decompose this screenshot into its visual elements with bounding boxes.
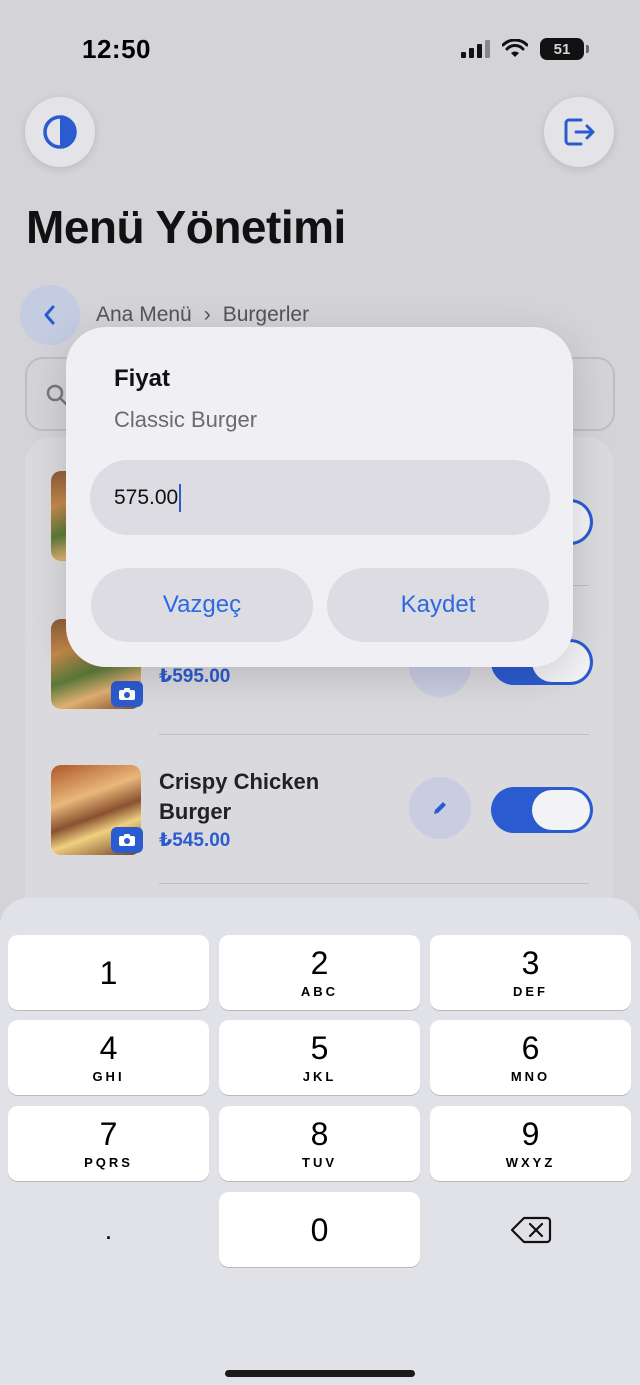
contrast-icon bbox=[43, 115, 77, 149]
logout-button[interactable] bbox=[544, 97, 614, 167]
key-9[interactable]: 9 WXYZ bbox=[430, 1106, 631, 1181]
key-3[interactable]: 3 DEF bbox=[430, 935, 631, 1010]
numeric-keypad: 1 2 ABC 3 DEF 4 GHI 5 JKL 6 MNO 7 PQRS 8 TUV 9W… bbox=[0, 898, 640, 1385]
key-6[interactable]: 6 MNO bbox=[430, 1020, 631, 1095]
price-input[interactable]: 575.00 bbox=[90, 460, 550, 535]
key-0[interactable]: 0 bbox=[219, 1192, 420, 1267]
divider bbox=[159, 883, 589, 884]
text-caret bbox=[179, 483, 182, 512]
wifi-icon bbox=[502, 39, 528, 57]
breadcrumb-root[interactable]: Ana Menü bbox=[96, 303, 192, 327]
key-decimal[interactable]: . bbox=[8, 1192, 209, 1267]
key-7[interactable]: 7 PQRS bbox=[8, 1106, 209, 1181]
save-button[interactable]: Kaydet bbox=[327, 568, 549, 642]
home-indicator[interactable] bbox=[225, 1370, 415, 1377]
dialog-title: Fiyat bbox=[114, 365, 171, 392]
breadcrumb: Ana Menü › Burgerler bbox=[96, 303, 309, 327]
page-title: Menü Yönetimi bbox=[26, 201, 346, 253]
key-5[interactable]: 5 JKL bbox=[219, 1020, 420, 1095]
logout-icon bbox=[564, 118, 595, 146]
dialog-subtitle: Classic Burger bbox=[114, 407, 258, 432]
price-dialog: Fiyat Classic Burger 575.00 Vazgeç Kayde… bbox=[66, 327, 573, 667]
camera-icon[interactable] bbox=[111, 681, 143, 707]
key-4[interactable]: 4 GHI bbox=[8, 1020, 209, 1095]
list-item[interactable]: Crispy Chicken Burger ₺545.00 bbox=[25, 755, 613, 885]
battery-icon: 51 bbox=[540, 38, 589, 60]
price-input-value: 575.00 bbox=[114, 485, 179, 509]
backspace-icon bbox=[510, 1216, 551, 1243]
theme-toggle-button[interactable] bbox=[25, 97, 95, 167]
item-price: ₺595.00 bbox=[159, 666, 231, 687]
item-price: ₺545.00 bbox=[159, 830, 231, 851]
divider bbox=[159, 734, 589, 735]
back-button[interactable] bbox=[20, 285, 80, 345]
status-time: 12:50 bbox=[82, 34, 151, 64]
breadcrumb-current: Burgerler bbox=[222, 303, 310, 326]
chevron-left-icon bbox=[44, 305, 55, 325]
camera-icon[interactable] bbox=[111, 827, 143, 853]
cancel-button[interactable]: Vazgeç bbox=[91, 568, 313, 642]
item-name: Crispy Chicken Burger bbox=[159, 769, 320, 824]
backspace-key[interactable] bbox=[430, 1192, 631, 1267]
edit-button[interactable] bbox=[409, 777, 471, 839]
signal-icon bbox=[461, 40, 490, 58]
key-8[interactable]: 8 TUV bbox=[219, 1106, 420, 1181]
pencil-icon bbox=[434, 802, 446, 814]
availability-toggle[interactable] bbox=[491, 787, 593, 833]
status-icons: 51 bbox=[461, 38, 589, 60]
status-bar: 12:50 51 bbox=[0, 0, 640, 100]
key-1[interactable]: 1 bbox=[8, 935, 209, 1010]
key-2[interactable]: 2 ABC bbox=[219, 935, 420, 1010]
breadcrumb-separator: › bbox=[203, 303, 211, 326]
